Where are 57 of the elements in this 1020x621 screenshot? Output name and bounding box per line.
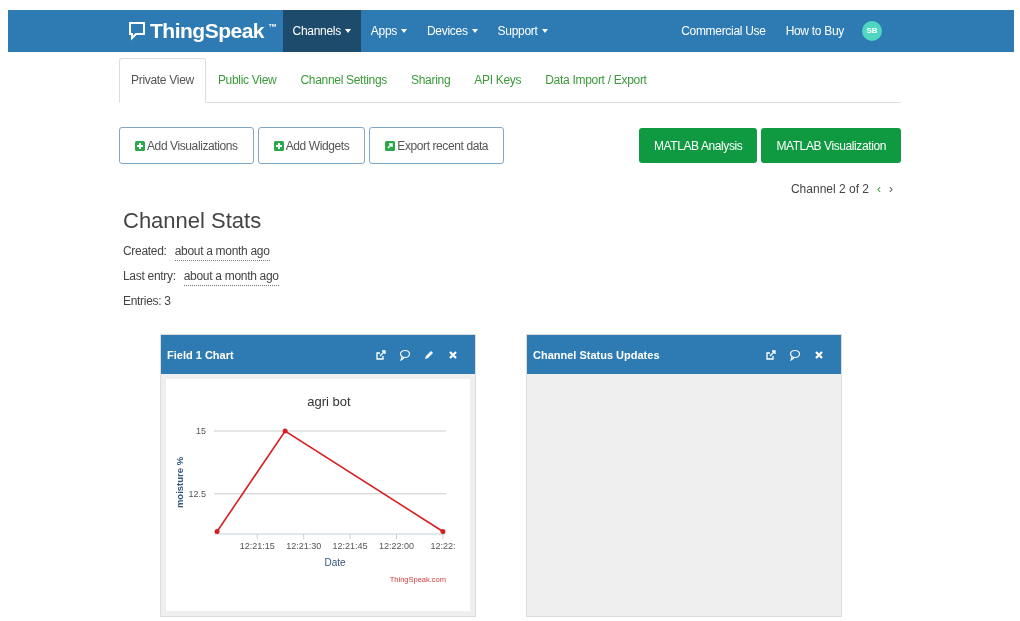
y-axis-label: moisture % [174,457,185,509]
brand-logo[interactable]: ThingSpeak $^{™}$ [120,10,283,52]
y-tick-label: 15 [196,426,206,437]
panel-title: Field 1 Chart [167,347,235,363]
export-button[interactable]: Export recent data [369,127,505,164]
nav-menu[interactable]: Apps [360,10,417,52]
nav-link[interactable]: Commercial Use [671,10,776,52]
comment-icon[interactable] [789,348,801,361]
matlab-button[interactable]: MATLAB Visualization [761,128,901,163]
x-tick-label: 12:22: [430,541,456,552]
stat-label: Last entry: [123,268,176,286]
x-tick-label: 12:21:15 [239,541,275,552]
tab[interactable]: API Keys [462,58,534,102]
comment-icon[interactable] [399,348,411,361]
matlab-button[interactable]: MATLAB Analysis [638,128,758,163]
x-tick-label: 12:21:30 [286,541,322,552]
add-button[interactable]: Add Widgets [257,127,366,164]
tab[interactable]: Private View [119,58,206,103]
channel-counter: Channel 2 of 2 [790,181,869,198]
x-axis-label: Date [324,557,346,569]
caret-icon [401,29,407,33]
panel-title: Channel Status Updates [533,347,661,363]
tab[interactable]: Public View [205,58,289,102]
arrow-icon [385,140,396,151]
y-tick-label: 12.5 [188,489,206,500]
data-point [214,529,220,535]
close-icon[interactable] [447,348,459,361]
x-tick-label: 12:22:00 [379,541,415,552]
previous-link[interactable]: ‹ [877,180,881,198]
nav-menu[interactable]: Support [487,10,558,52]
tab[interactable]: Sharing [399,58,463,102]
plus-icon [273,140,284,151]
section-heading: Channel Stats [123,208,263,235]
plus-icon [135,140,145,151]
x-tick-label: 12:21:45 [332,541,368,552]
caret-icon [344,29,351,33]
external-link-icon[interactable] [765,348,777,361]
nav-menu[interactable]: Channels [282,10,361,52]
stat-label: Entries: 3 [123,293,171,311]
chat-bubble-icon [128,21,146,41]
add-button[interactable]: Add Visualizations [119,127,254,164]
external-link-icon[interactable] [375,348,387,361]
stat-label: Created: [123,243,167,261]
pencil-icon[interactable] [423,348,435,361]
data-point [440,529,446,535]
nav-menu[interactable]: Devices [417,10,488,52]
data-point [282,428,288,434]
caret-icon [541,29,548,33]
close-icon[interactable] [813,348,825,361]
tab[interactable]: Channel Settings [288,58,399,102]
stat-value: about a month ago [183,267,279,287]
nav-link[interactable]: How to Buy [775,10,854,52]
tab[interactable]: Data Import / Export [533,58,659,102]
chart-title: agri bot [307,394,351,410]
stat-value: about a month ago [174,242,270,262]
caret-icon [471,29,478,33]
next-link[interactable]: › [889,180,893,198]
